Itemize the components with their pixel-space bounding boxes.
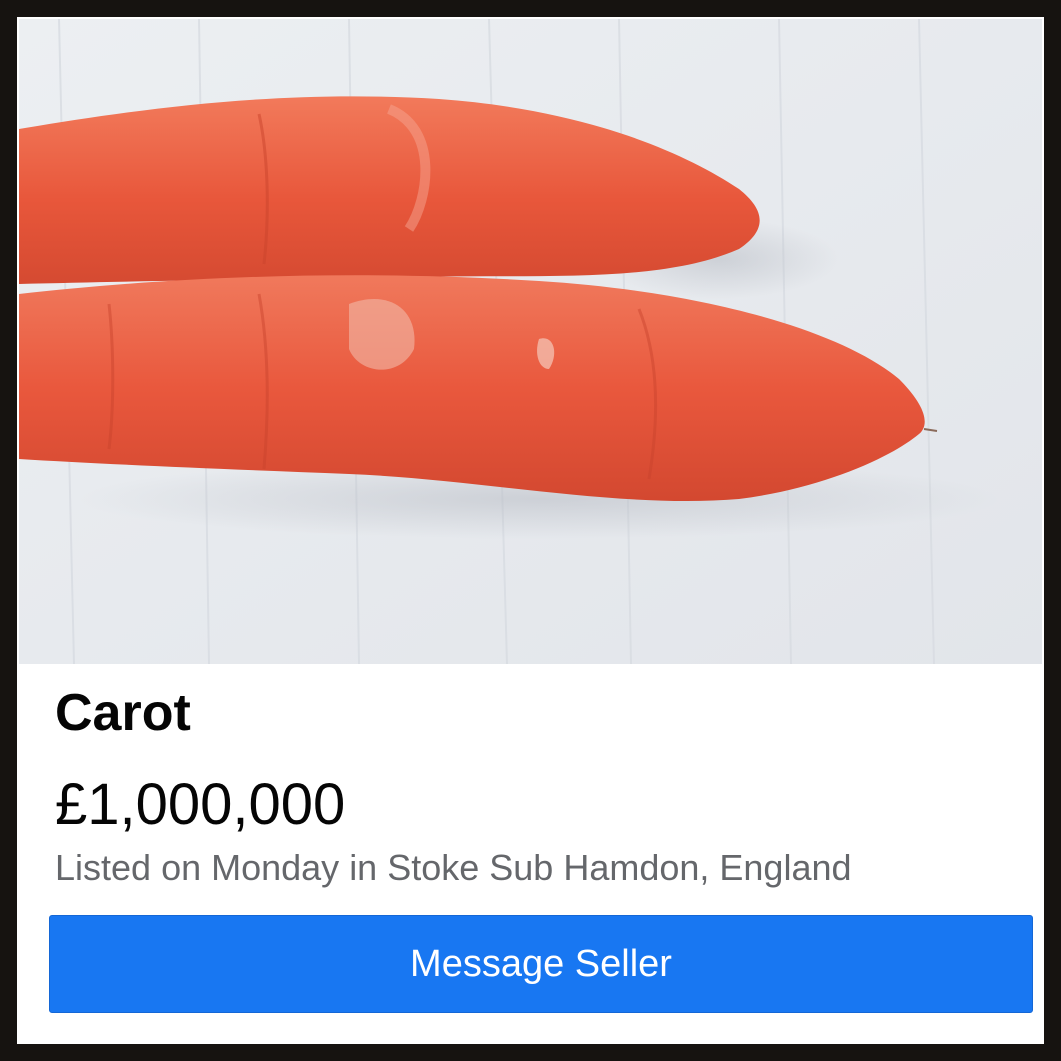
listing-title: Carot <box>55 684 191 742</box>
carrot-photo-image <box>19 19 1042 664</box>
listing-card: Carot £1,000,000 Listed on Monday in Sto… <box>17 17 1044 1044</box>
listing-price: £1,000,000 <box>55 772 346 837</box>
message-seller-label: Message Seller <box>410 942 672 985</box>
outer-frame: Carot £1,000,000 Listed on Monday in Sto… <box>0 0 1061 1061</box>
listing-photo[interactable] <box>19 19 1042 664</box>
message-seller-button[interactable]: Message Seller <box>49 915 1033 1013</box>
listing-meta: Listed on Monday in Stoke Sub Hamdon, En… <box>55 847 852 888</box>
